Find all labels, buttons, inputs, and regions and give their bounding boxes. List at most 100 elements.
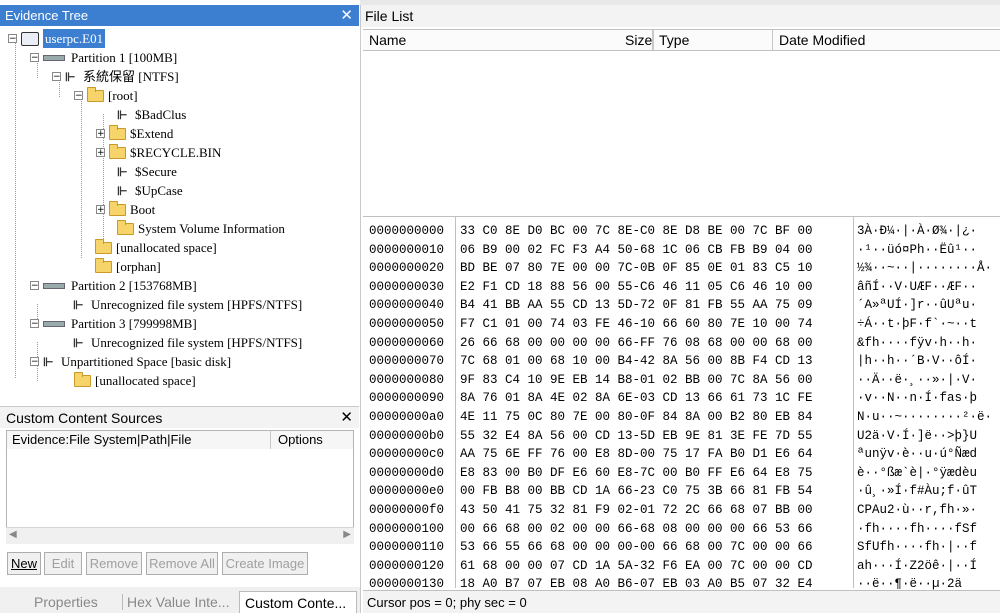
tree-node-secure[interactable]: ⊩ $Secure — [117, 162, 177, 181]
column-header-name[interactable]: Name — [363, 30, 653, 50]
collapse-icon[interactable]: − — [74, 91, 83, 101]
tree-node-unrecognized-fs-2[interactable]: ⊩ Unrecognized file system [HPFS/NTFS] — [73, 295, 302, 314]
hex-bytes[interactable]: 61 68 00 00 07 CD 1A 5A-32 F6 EA 00 7C 0… — [460, 557, 813, 576]
hex-row[interactable]: 0000000100 00 66 68 00 02 00 00 66-68 08 … — [363, 520, 1000, 539]
hex-row[interactable]: 00000000e0 00 FB B8 00 BB CD 1A 66-23 C0 … — [363, 482, 1000, 501]
collapse-icon[interactable]: − — [30, 357, 39, 367]
hex-ascii[interactable]: ªunÿv·è··u·ú°Ñæd — [857, 445, 977, 464]
close-icon[interactable]: ✕ — [340, 407, 353, 429]
hex-bytes[interactable]: AA 75 6E FF 76 00 E8 8D-00 75 17 FA B0 D… — [460, 445, 813, 464]
remove-all-button[interactable]: Remove All — [146, 552, 218, 575]
hex-ascii[interactable]: |h··h··´B·V··ôÍ· — [857, 352, 977, 371]
tree-node-system-volume-information[interactable]: System Volume Information — [117, 219, 285, 238]
hex-bytes[interactable]: 55 32 E4 8A 56 00 CD 13-5D EB 9E 81 3E F… — [460, 427, 813, 446]
hex-row[interactable]: 0000000080 9F 83 C4 10 9E EB 14 B8-01 02 … — [363, 371, 1000, 390]
hex-row[interactable]: 0000000040 B4 41 BB AA 55 CD 13 5D-72 0F … — [363, 296, 1000, 315]
new-button[interactable]: New — [7, 552, 41, 575]
expand-icon[interactable]: + — [96, 129, 105, 139]
tree-node-partition3[interactable]: − Partition 3 [799998MB] — [30, 314, 197, 333]
scroll-right-icon[interactable]: ▶ — [343, 529, 351, 540]
hex-ascii[interactable]: ÷Á··t·þF·f`·~··t — [857, 315, 977, 334]
hex-row[interactable]: 00000000b0 55 32 E4 8A 56 00 CD 13-5D EB … — [363, 427, 1000, 446]
hex-ascii[interactable]: CPAu2·ù··r,fh·»· — [857, 501, 977, 520]
hex-row[interactable]: 0000000060 26 66 68 00 00 00 00 66-FF 76 … — [363, 334, 1000, 353]
tab-properties[interactable]: Properties — [34, 591, 98, 613]
file-list-body[interactable] — [363, 51, 1000, 211]
hex-bytes[interactable]: 00 FB B8 00 BB CD 1A 66-23 C0 75 3B 66 8… — [460, 482, 813, 501]
collapse-icon[interactable]: − — [30, 319, 39, 329]
hex-bytes[interactable]: 33 C0 8E D0 BC 00 7C 8E-C0 8E D8 BE 00 7… — [460, 222, 813, 241]
hex-ascii[interactable]: ·¹··üó¤Ph··Ëû¹·· — [857, 241, 977, 260]
hex-ascii[interactable]: ··Ä··ë·¸··»·|·V· — [857, 371, 977, 390]
tree-node-unrecognized-fs-3[interactable]: ⊩ Unrecognized file system [HPFS/NTFS] — [73, 333, 302, 352]
column-header-type[interactable]: Type — [653, 30, 773, 50]
hex-ascii[interactable]: ´A»ªUÍ·]r··ûUªu· — [857, 296, 977, 315]
horizontal-scrollbar[interactable]: ◀ ▶ — [6, 527, 354, 544]
tree-node-unpartitioned[interactable]: − ⊩ Unpartitioned Space [basic disk] — [30, 352, 231, 371]
hex-bytes[interactable]: 8A 76 01 8A 4E 02 8A 6E-03 CD 13 66 61 7… — [460, 389, 813, 408]
tab-hex-value-interpreter[interactable]: Hex Value Inte... — [127, 591, 229, 613]
hex-bytes[interactable]: 06 B9 00 02 FC F3 A4 50-68 1C 06 CB FB B… — [460, 241, 813, 260]
hex-ascii[interactable]: SfUfh····fh·|··f — [857, 538, 977, 557]
expand-icon[interactable]: + — [96, 148, 105, 158]
hex-row[interactable]: 0000000010 06 B9 00 02 FC F3 A4 50-68 1C … — [363, 241, 1000, 260]
hex-ascii[interactable]: ah···Í·Z2öê·|··Í — [857, 557, 977, 576]
column-header-path[interactable]: Evidence:File System|Path|File — [12, 431, 191, 449]
hex-row[interactable]: 0000000110 53 66 55 66 68 00 00 00-00 66 … — [363, 538, 1000, 557]
tree-node-extend[interactable]: + $Extend — [96, 124, 173, 143]
edit-button[interactable]: Edit — [44, 552, 82, 575]
hex-bytes[interactable]: 43 50 41 75 32 81 F9 02-01 72 2C 66 68 0… — [460, 501, 813, 520]
hex-ascii[interactable]: âñÍ··V·UÆF··ÆF·· — [857, 278, 977, 297]
hex-bytes[interactable]: B4 41 BB AA 55 CD 13 5D-72 0F 81 FB 55 A… — [460, 296, 813, 315]
collapse-icon[interactable]: − — [30, 281, 39, 291]
hex-bytes[interactable]: E8 83 00 B0 DF E6 60 E8-7C 00 B0 FF E6 6… — [460, 464, 813, 483]
collapse-icon[interactable]: − — [8, 34, 17, 44]
hex-ascii[interactable]: &fh····fÿv·h··h· — [857, 334, 977, 353]
tree-node-partition1[interactable]: − Partition 1 [100MB] — [30, 48, 177, 67]
hex-bytes[interactable]: 53 66 55 66 68 00 00 00-00 66 68 00 7C 0… — [460, 538, 813, 557]
expand-icon[interactable]: + — [96, 205, 105, 215]
tree-node-upcase[interactable]: ⊩ $UpCase — [117, 181, 183, 200]
tree-node-badclus[interactable]: ⊩ $BadClus — [117, 105, 186, 124]
hex-bytes[interactable]: BD BE 07 80 7E 00 00 7C-0B 0F 85 0E 01 8… — [460, 259, 813, 278]
hex-row[interactable]: 0000000000 33 C0 8E D0 BC 00 7C 8E-C0 8E … — [363, 222, 1000, 241]
hex-ascii[interactable]: ½¾··~··|········Å· — [857, 259, 992, 278]
tree-node-volume[interactable]: − ⊩ 系統保留 [NTFS] — [52, 67, 179, 86]
tree-node-root[interactable]: − [root] — [74, 86, 138, 105]
hex-ascii[interactable]: N·u··~········²·ë· — [857, 408, 992, 427]
hex-row[interactable]: 0000000020 BD BE 07 80 7E 00 00 7C-0B 0F … — [363, 259, 1000, 278]
hex-ascii[interactable]: è··°ßæ`è|·°ÿædèu — [857, 464, 977, 483]
hex-row[interactable]: 0000000070 7C 68 01 00 68 10 00 B4-42 8A … — [363, 352, 1000, 371]
hex-row[interactable]: 00000000f0 43 50 41 75 32 81 F9 02-01 72 … — [363, 501, 1000, 520]
tree-node-evidence[interactable]: − userpc.E01 — [8, 29, 106, 48]
hex-bytes[interactable]: 4E 11 75 0C 80 7E 00 80-0F 84 8A 00 B2 8… — [460, 408, 813, 427]
create-image-button[interactable]: Create Image — [222, 552, 308, 575]
column-header-date-modified[interactable]: Date Modified — [773, 30, 1000, 50]
hex-bytes[interactable]: F7 C1 01 00 74 03 FE 46-10 66 60 80 7E 1… — [460, 315, 813, 334]
hex-bytes[interactable]: 26 66 68 00 00 00 00 66-FF 76 08 68 00 0… — [460, 334, 813, 353]
tree-node-recycle-bin[interactable]: + $RECYCLE.BIN — [96, 143, 221, 162]
hex-ascii[interactable]: ·û¸·»Í·f#Àu;f·ûT — [857, 482, 977, 501]
collapse-icon[interactable]: − — [52, 72, 61, 82]
hex-viewer[interactable]: 0000000000 33 C0 8E D0 BC 00 7C 8E-C0 8E … — [363, 216, 1000, 610]
remove-button[interactable]: Remove — [86, 552, 142, 575]
hex-ascii[interactable]: ·fh····fh····fSf — [857, 520, 977, 539]
tree-node-orphan[interactable]: [orphan] — [95, 257, 161, 276]
tree-node-unallocated-2[interactable]: [unallocated space] — [74, 371, 196, 390]
column-header-options[interactable]: Options — [278, 431, 323, 449]
hex-row[interactable]: 0000000120 61 68 00 00 07 CD 1A 5A-32 F6 … — [363, 557, 1000, 576]
collapse-icon[interactable]: − — [30, 53, 39, 63]
tab-custom-content[interactable]: Custom Conte... — [239, 591, 357, 613]
tree-node-boot[interactable]: + Boot — [96, 200, 155, 219]
hex-ascii[interactable]: 3À·Ð¼·|·À·Ø¾·|¿· — [857, 222, 977, 241]
hex-row[interactable]: 0000000030 E2 F1 CD 18 88 56 00 55-C6 46 … — [363, 278, 1000, 297]
scroll-left-icon[interactable]: ◀ — [9, 529, 17, 540]
hex-bytes[interactable]: 9F 83 C4 10 9E EB 14 B8-01 02 BB 00 7C 8… — [460, 371, 813, 390]
hex-row[interactable]: 0000000050 F7 C1 01 00 74 03 FE 46-10 66 … — [363, 315, 1000, 334]
hex-ascii[interactable]: U2ä·V·Í·]ë··>þ}U — [857, 427, 977, 446]
tree-node-partition2[interactable]: − Partition 2 [153768MB] — [30, 276, 197, 295]
hex-bytes[interactable]: E2 F1 CD 18 88 56 00 55-C6 46 11 05 C6 4… — [460, 278, 813, 297]
hex-row[interactable]: 0000000090 8A 76 01 8A 4E 02 8A 6E-03 CD … — [363, 389, 1000, 408]
hex-row[interactable]: 00000000c0 AA 75 6E FF 76 00 E8 8D-00 75 … — [363, 445, 1000, 464]
hex-bytes[interactable]: 7C 68 01 00 68 10 00 B4-42 8A 56 00 8B F… — [460, 352, 813, 371]
